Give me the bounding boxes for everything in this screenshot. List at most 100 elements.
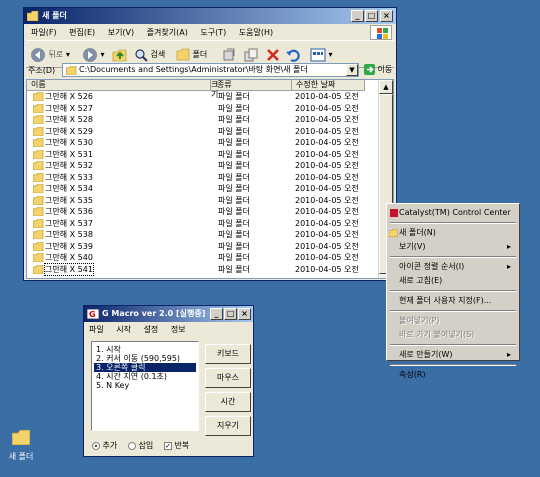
file-date: 2010-04-05 오전 [295, 184, 359, 193]
explorer-title-bar[interactable]: 새 폴더 _ □ × [24, 8, 396, 24]
file-row[interactable]: 그만해 X 531 파일 폴더 2010-04-05 오전 [27, 149, 365, 160]
menu-edit[interactable]: 편집(E) [69, 28, 95, 37]
explorer-menubar: 파일(F) 편집(E) 보기(V) 즐겨찾기(A) 도구(T) 도움말(H) [26, 25, 278, 40]
macro-step-item[interactable]: 4. 시간 지연 (0.1초) [94, 372, 196, 381]
file-row[interactable]: 그만해 X 526 파일 폴더 2010-04-05 오전 [27, 91, 365, 102]
folder-icon [33, 138, 44, 147]
repeat-checkbox[interactable]: ✓ 반복 [164, 440, 189, 451]
maximize-button[interactable]: □ [365, 10, 378, 22]
file-row[interactable]: 그만해 X 530 파일 폴더 2010-04-05 오전 [27, 137, 365, 148]
add-radio[interactable]: 추가 [92, 440, 117, 451]
file-type: 파일 폴더 [218, 230, 250, 239]
context-menu-label: 새 폴더(N) [399, 228, 436, 237]
add-radio-label: 추가 [102, 441, 118, 450]
folder-icon [33, 92, 44, 101]
context-menu-label: 보기(V) [399, 242, 426, 251]
menu-separator [390, 222, 516, 224]
macro-close-button[interactable]: × [238, 308, 251, 320]
close-button[interactable]: × [380, 10, 393, 22]
column-date[interactable]: 수정한 날짜 [292, 80, 365, 91]
file-type: 파일 폴더 [218, 195, 250, 205]
copy-to-icon [244, 48, 258, 61]
svg-text:G: G [89, 310, 96, 319]
file-type: 파일 폴더 [218, 92, 250, 101]
delete-x-icon [267, 48, 279, 61]
file-name: 그만해 X 537 [45, 218, 93, 228]
context-menu-item[interactable]: 보기(V) ▸ [389, 240, 517, 254]
clear-button[interactable]: 지우기 [205, 416, 251, 436]
file-row[interactable]: 그만해 X 534 파일 폴더 2010-04-05 오전 [27, 183, 365, 194]
desktop-folder-icon[interactable]: 새 폴더 [6, 429, 36, 462]
file-date: 2010-04-05 오전 [295, 161, 359, 170]
address-label: 주소(D) [28, 66, 56, 75]
context-menu-item[interactable]: 새로 만들기(W) ▸ [389, 348, 517, 362]
folder-icon [33, 207, 44, 216]
forward-arrow-icon [83, 47, 97, 62]
address-dropdown-button[interactable]: ▼ [346, 64, 358, 76]
column-name[interactable]: 이름 [27, 80, 211, 91]
move-to-icon [223, 48, 235, 60]
folder-icon [33, 126, 44, 136]
context-menu-item[interactable]: 현재 폴더 사용자 지정(F)... [389, 294, 517, 308]
macro-menu-info[interactable]: 정보 [171, 325, 186, 334]
file-row[interactable]: 그만해 X 533 파일 폴더 2010-04-05 오전 [27, 172, 365, 183]
file-list[interactable]: 이름 크기 종류 수정한 날짜 그만해 X 526 파일 폴더 2010-04-05… [26, 79, 394, 279]
menu-file[interactable]: 파일(F) [31, 28, 57, 37]
keyboard-button[interactable]: 키보드 [205, 344, 251, 364]
folder-icon [27, 11, 39, 21]
file-row[interactable]: 그만해 X 527 파일 폴더 2010-04-05 오전 [27, 103, 365, 114]
insert-radio[interactable]: 삽입 [128, 440, 153, 451]
file-name: 그만해 X 532 [45, 161, 93, 170]
mouse-button[interactable]: 마우스 [205, 368, 251, 388]
macro-title-text: G Macro ver 2.0 [실행중] [102, 309, 206, 318]
folder-icon [33, 264, 44, 274]
macro-step-list[interactable]: 1. 시작 2. 커서 이동 (590,595) 3. 오른쪽 클릭 4. 시간 지연… [91, 341, 199, 431]
context-menu-item: 바로 가기 붙여넣기(S) [389, 328, 517, 342]
folders-label: 폴더 [192, 50, 208, 59]
context-menu-item[interactable]: 새로 고침(E) [389, 274, 517, 288]
macro-menu-settings[interactable]: 설정 [144, 325, 159, 334]
address-input[interactable]: C:\Documents and Settings\Administrator\… [62, 63, 359, 77]
macro-step-item[interactable]: 1. 시작 [94, 345, 196, 354]
menu-help[interactable]: 도움말(H) [239, 28, 273, 37]
minimize-button[interactable]: _ [351, 10, 364, 22]
context-menu-item[interactable]: 속성(R) [389, 368, 517, 382]
macro-minimize-button[interactable]: _ [210, 308, 223, 320]
file-row[interactable]: 그만해 X 540 파일 폴더 2010-04-05 오전 [27, 252, 365, 263]
file-row[interactable]: 그만해 X 536 파일 폴더 2010-04-05 오전 [27, 206, 365, 217]
folder-icon [33, 184, 44, 193]
context-menu-label: 바로 가기 붙여넣기(S) [399, 330, 475, 339]
macro-step-label: 3. 오른쪽 클릭 [96, 363, 146, 372]
context-menu-label: 새로 만들기(W) [399, 350, 453, 359]
time-button[interactable]: 시간 [205, 392, 251, 412]
file-row[interactable]: 그만해 X 529 파일 폴더 2010-04-05 오전 [27, 126, 365, 137]
context-menu-item[interactable]: 아이콘 정렬 순서(I) ▸ [389, 260, 517, 274]
file-row[interactable]: 그만해 X 537 파일 폴더 2010-04-05 오전 [27, 218, 365, 229]
menu-favorites[interactable]: 즐겨찾기(A) [147, 28, 188, 37]
macro-menu-start[interactable]: 시작 [116, 325, 131, 334]
go-button[interactable]: 이동 [364, 63, 396, 77]
file-row[interactable]: 그만해 X 538 파일 폴더 2010-04-05 오전 [27, 229, 365, 240]
scroll-up-button[interactable]: ▲ [379, 80, 393, 94]
file-type: 파일 폴더 [218, 161, 250, 170]
macro-maximize-button[interactable]: □ [224, 308, 237, 320]
macro-step-item[interactable]: 3. 오른쪽 클릭 [94, 363, 196, 372]
context-menu-item[interactable]: Catalyst(TM) Control Center [389, 206, 517, 220]
file-row[interactable]: 그만해 X 532 파일 폴더 2010-04-05 오전 [27, 160, 365, 171]
context-menu-item[interactable]: 새 폴더(N) [389, 226, 517, 240]
macro-step-item[interactable]: 5. N Key [94, 381, 196, 390]
file-row[interactable]: 그만해 X 539 파일 폴더 2010-04-05 오전 [27, 241, 365, 252]
macro-title-bar[interactable]: G G Macro ver 2.0 [실행중] _ □ × [84, 306, 253, 322]
file-row[interactable]: 그만해 X 528 파일 폴더 2010-04-05 오전 [27, 114, 365, 125]
file-row[interactable]: 그만해 X 535 파일 폴더 2010-04-05 오전 [27, 195, 365, 206]
macro-step-item[interactable]: 2. 커서 이동 (590,595) [94, 354, 196, 363]
file-row[interactable]: 그만해 X 541 파일 폴더 2010-04-05 오전 [27, 262, 365, 276]
menu-view[interactable]: 보기(V) [108, 28, 134, 37]
file-date: 2010-04-05 오전 [295, 138, 359, 147]
macro-menu-file[interactable]: 파일 [89, 325, 104, 334]
submenu-arrow-icon: ▸ [506, 242, 511, 251]
menu-tools[interactable]: 도구(T) [200, 28, 226, 37]
file-type: 파일 폴더 [218, 126, 250, 136]
file-name: 그만해 X 530 [45, 138, 93, 147]
column-type[interactable]: 종류 [213, 80, 292, 91]
